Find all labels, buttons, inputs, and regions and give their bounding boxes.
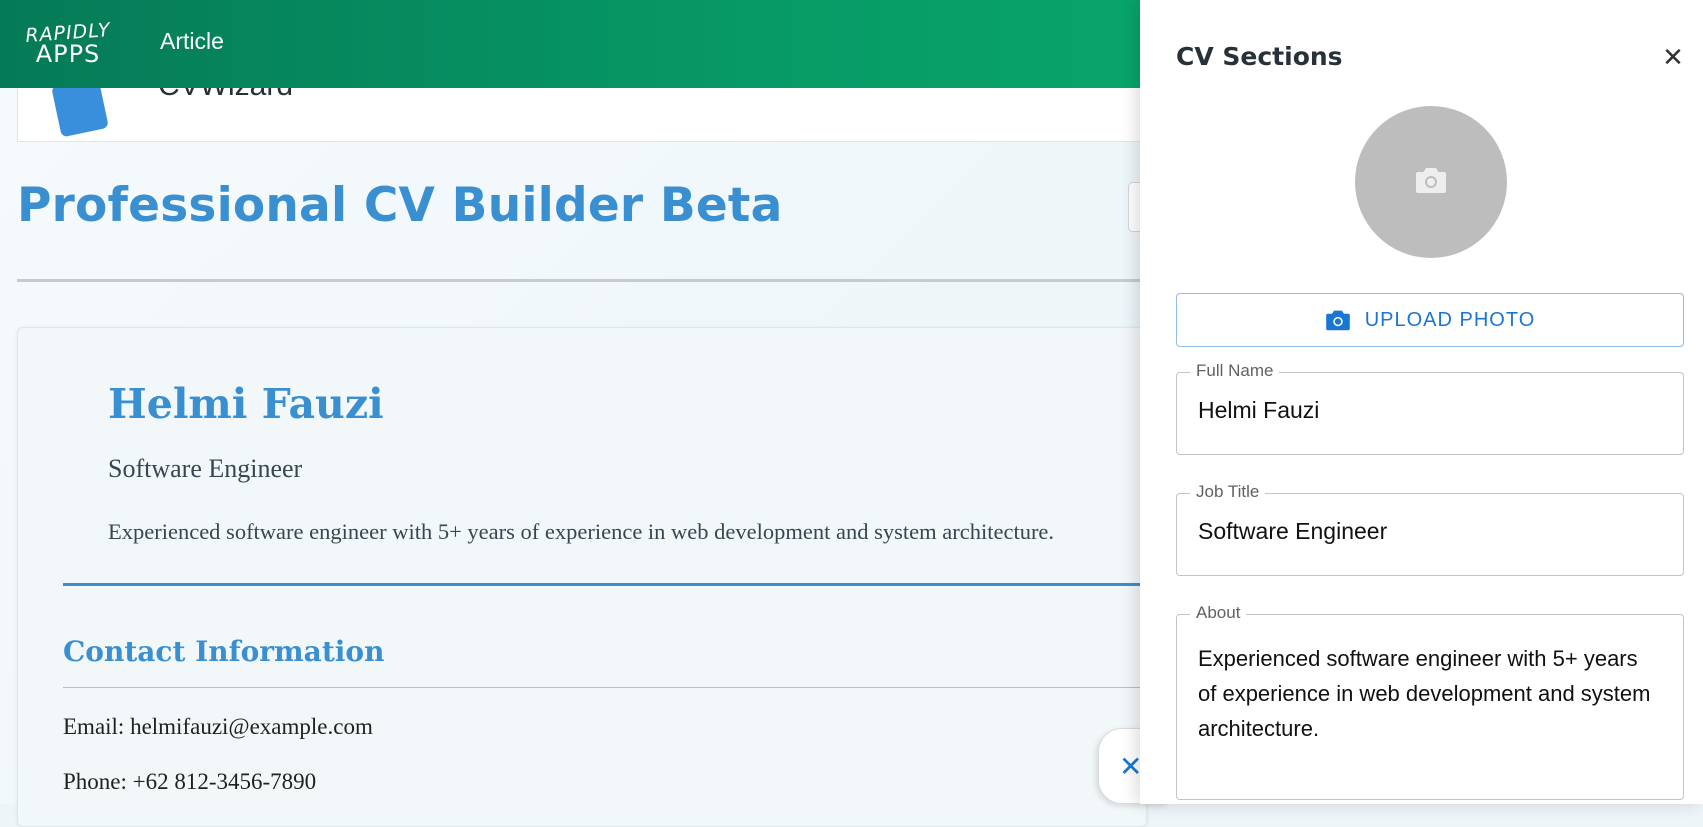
upload-photo-label: UPLOAD PHOTO	[1364, 308, 1536, 331]
nav-article-link[interactable]: Article	[160, 28, 224, 55]
job-title-value[interactable]: Software Engineer	[1198, 518, 1387, 545]
contact-section-title: Contact Information	[63, 635, 385, 668]
page-background: RAPIDLY APPS Article CVWizard Profession…	[0, 0, 1703, 827]
cv-accent-divider	[63, 583, 1153, 586]
cv-preview-card: Helmi Fauzi Software Engineer Experience…	[17, 327, 1153, 827]
job-title-field[interactable]: Job Title Software Engineer	[1176, 482, 1684, 576]
cv-email: Email: helmifauzi@example.com	[63, 714, 373, 739]
about-value[interactable]: Experienced software engineer with 5+ ye…	[1198, 641, 1658, 746]
drawer-title: CV Sections	[1176, 42, 1343, 71]
profile-photo-placeholder[interactable]	[1355, 106, 1507, 258]
cv-sections-drawer: CV Sections ✕ UPLOAD PHOTO Full Name Hel…	[1140, 0, 1703, 804]
cv-about-text: Experienced software engineer with 5+ ye…	[108, 519, 1055, 544]
cv-phone: Phone: +62 812-3456-7890	[63, 769, 317, 794]
about-label: About	[1190, 603, 1247, 623]
cv-job-title: Software Engineer	[108, 454, 303, 483]
camera-icon	[1416, 168, 1446, 193]
camera-icon	[1325, 310, 1350, 331]
about-field[interactable]: About Experienced software engineer with…	[1176, 603, 1684, 800]
rapidly-apps-logo[interactable]: RAPIDLY APPS	[18, 19, 118, 74]
cv-name: Helmi Fauzi	[108, 380, 384, 428]
job-title-label: Job Title	[1190, 482, 1266, 502]
upload-photo-button[interactable]: UPLOAD PHOTO	[1176, 293, 1684, 347]
contact-section-divider	[63, 687, 1153, 688]
close-icon[interactable]: ✕	[1658, 42, 1688, 72]
full-name-field[interactable]: Full Name Helmi Fauzi	[1176, 361, 1684, 455]
page-title: Professional CV Builder Beta	[17, 178, 783, 233]
title-divider	[17, 279, 1157, 282]
full-name-value[interactable]: Helmi Fauzi	[1198, 397, 1319, 424]
full-name-label: Full Name	[1190, 361, 1280, 381]
